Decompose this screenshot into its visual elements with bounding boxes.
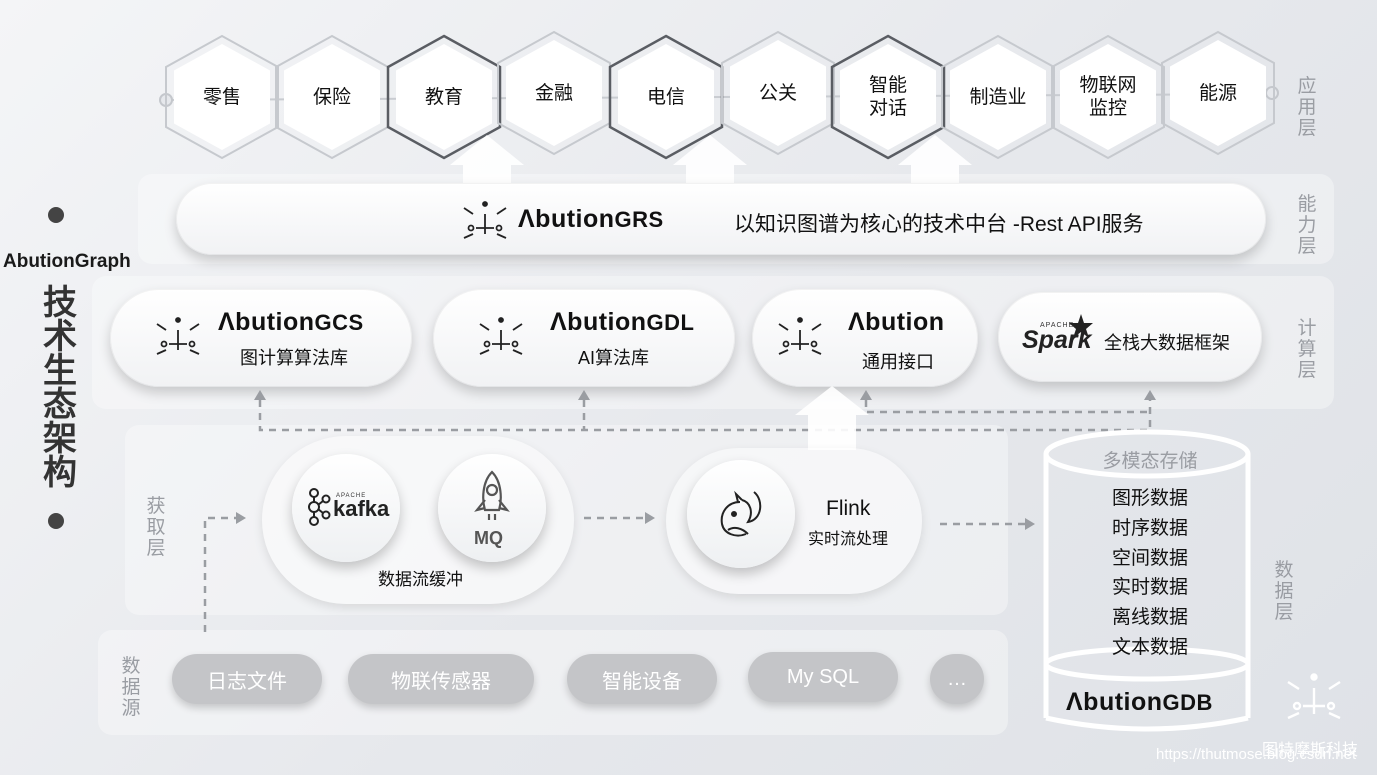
source-iot-sensors: 物联传感器 [348,654,534,704]
source-more: … [930,654,984,704]
storage-item: 文本数据 [1111,637,1188,658]
flink-title: Flink [826,497,871,520]
watermark: https://thutmose.blog.csdn.net [1156,746,1357,763]
company-logo-icon [1287,673,1341,720]
kafka-logo: kafka [333,496,390,521]
storage-item: 图形数据 [1111,488,1188,509]
storage-item: 实时数据 [1111,577,1188,598]
source-mysql: My SQL [748,652,898,702]
rocket-icon [474,470,510,520]
storage-title: 多模态存储 [1102,451,1198,472]
gdb-brand: ΛbutionGDB [1066,688,1213,716]
mq-label: MQ [474,528,503,548]
buffer-label: 数据流缓冲 [378,570,463,589]
flink-subtitle: 实时流处理 [808,531,889,548]
source-smart-devices: 智能设备 [567,654,717,704]
storage-item: 空间数据 [1111,548,1188,569]
storage-item: 离线数据 [1111,607,1188,628]
kafka-icon [308,488,331,526]
squirrel-icon [720,490,762,537]
storage-item: 时序数据 [1111,518,1188,539]
source-log-files: 日志文件 [172,654,322,704]
